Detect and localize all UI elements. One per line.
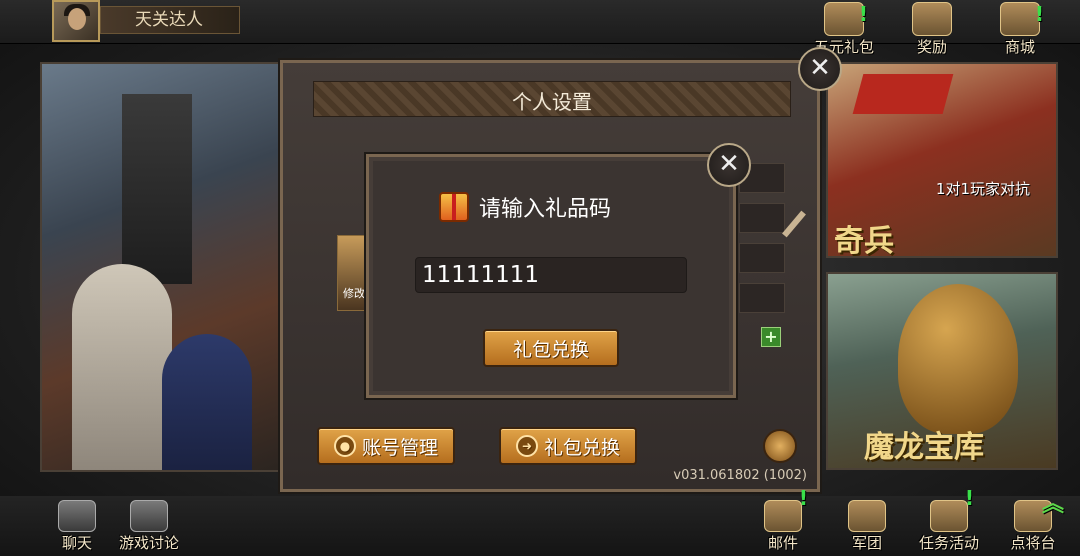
shop-label: 商城 (1004, 38, 1035, 56)
reward-button[interactable]: 奖励 (892, 0, 972, 58)
arrow-right-icon: ➜ (515, 435, 538, 457)
close-settings-button[interactable]: ✕ (798, 47, 842, 91)
reward-icon (912, 2, 952, 36)
alert-badge: ! (1034, 2, 1044, 26)
discussion-button[interactable]: 游戏讨论 (112, 496, 186, 556)
quest-label: 任务活动 (918, 534, 979, 552)
gift-code-input[interactable]: 11111111 (415, 257, 687, 293)
alert-badge: ! (798, 486, 808, 510)
pvp-mode-subtitle: 1对1玩家对抗 (935, 180, 1030, 198)
account-management-button[interactable]: ● 账号管理 (317, 427, 455, 465)
alert-badge: ! (964, 486, 974, 510)
chat-icon (58, 500, 96, 532)
dragon-vault-label: 魔龙宝库 (864, 430, 984, 465)
battle-mode-panel[interactable]: 战 (40, 62, 290, 472)
settings-field[interactable] (739, 243, 785, 273)
expand-up-icon[interactable]: ︽ (1042, 486, 1064, 518)
redeem-gift-button[interactable]: 礼包兑换 (483, 329, 619, 367)
mail-label: 邮件 (767, 534, 798, 552)
settings-title-bar: 个人设置 (313, 81, 791, 117)
player-avatar[interactable] (52, 0, 100, 42)
discussion-icon (130, 500, 168, 532)
close-gift-dialog-button[interactable]: ✕ (707, 143, 751, 187)
account-management-label: 账号管理 (361, 436, 438, 459)
hero-art (162, 334, 252, 470)
gift-code-dialog: 请输入礼品码 11111111 礼包兑换 ✕ (366, 143, 751, 398)
hero-art (72, 264, 172, 470)
top-icon-group: ! 五元礼包 奖励 ! 商城 (804, 0, 1060, 60)
dragon-art (898, 284, 1018, 434)
legion-button[interactable]: 军团 (830, 496, 904, 556)
gift-code-header: 请输入礼品码 (439, 191, 611, 223)
edit-portrait-label: 修改 (343, 287, 365, 300)
gift-code-title: 请输入礼品码 (479, 197, 612, 222)
bottom-bar: 聊天 游戏讨论 ! 邮件 军团 ! 任务活动 点将台 (0, 486, 1080, 556)
alert-badge: ! (858, 2, 868, 26)
legion-icon (848, 500, 886, 532)
legion-label: 军团 (851, 534, 882, 552)
settings-field[interactable] (739, 203, 785, 233)
gift-box-icon (439, 192, 469, 222)
quest-button[interactable]: ! 任务活动 (912, 486, 986, 556)
settings-title: 个人设置 (512, 90, 592, 114)
general-platform-label: 点将台 (1010, 534, 1056, 552)
lock-icon: ● (333, 435, 356, 457)
mail-icon (764, 500, 802, 532)
settings-field[interactable] (739, 283, 785, 313)
player-name: 天关达人 (100, 6, 240, 34)
tower-art (122, 94, 192, 284)
redeem-gift-label: 礼包兑换 (512, 338, 589, 361)
reward-label: 奖励 (916, 38, 947, 56)
war-flag-art (852, 74, 954, 114)
horn-icon[interactable] (763, 429, 797, 463)
quest-icon (930, 500, 968, 532)
top-bar: 天关达人 ! 五元礼包 奖励 ! 商城 (0, 0, 1080, 56)
add-button[interactable]: + (761, 327, 781, 347)
edit-brush-icon[interactable] (782, 210, 806, 238)
discussion-label: 游戏讨论 (118, 534, 179, 552)
avatar-face (68, 8, 86, 30)
chat-button[interactable]: 聊天 (40, 496, 114, 556)
pvp-mode-label: 奇兵 (834, 224, 894, 258)
dragon-vault-panel[interactable]: 魔龙宝库 (826, 272, 1058, 470)
chat-label: 聊天 (61, 534, 92, 552)
pvp-mode-panel[interactable]: 1对1玩家对抗 奇兵 (826, 62, 1058, 258)
gift-redeem-label: 礼包兑换 (543, 436, 620, 459)
shop-button[interactable]: ! 商城 (980, 0, 1060, 58)
gift-redeem-button[interactable]: ➜ 礼包兑换 (499, 427, 637, 465)
mail-button[interactable]: ! 邮件 (746, 486, 820, 556)
version-text: v031.061802 (1002) (673, 468, 807, 483)
